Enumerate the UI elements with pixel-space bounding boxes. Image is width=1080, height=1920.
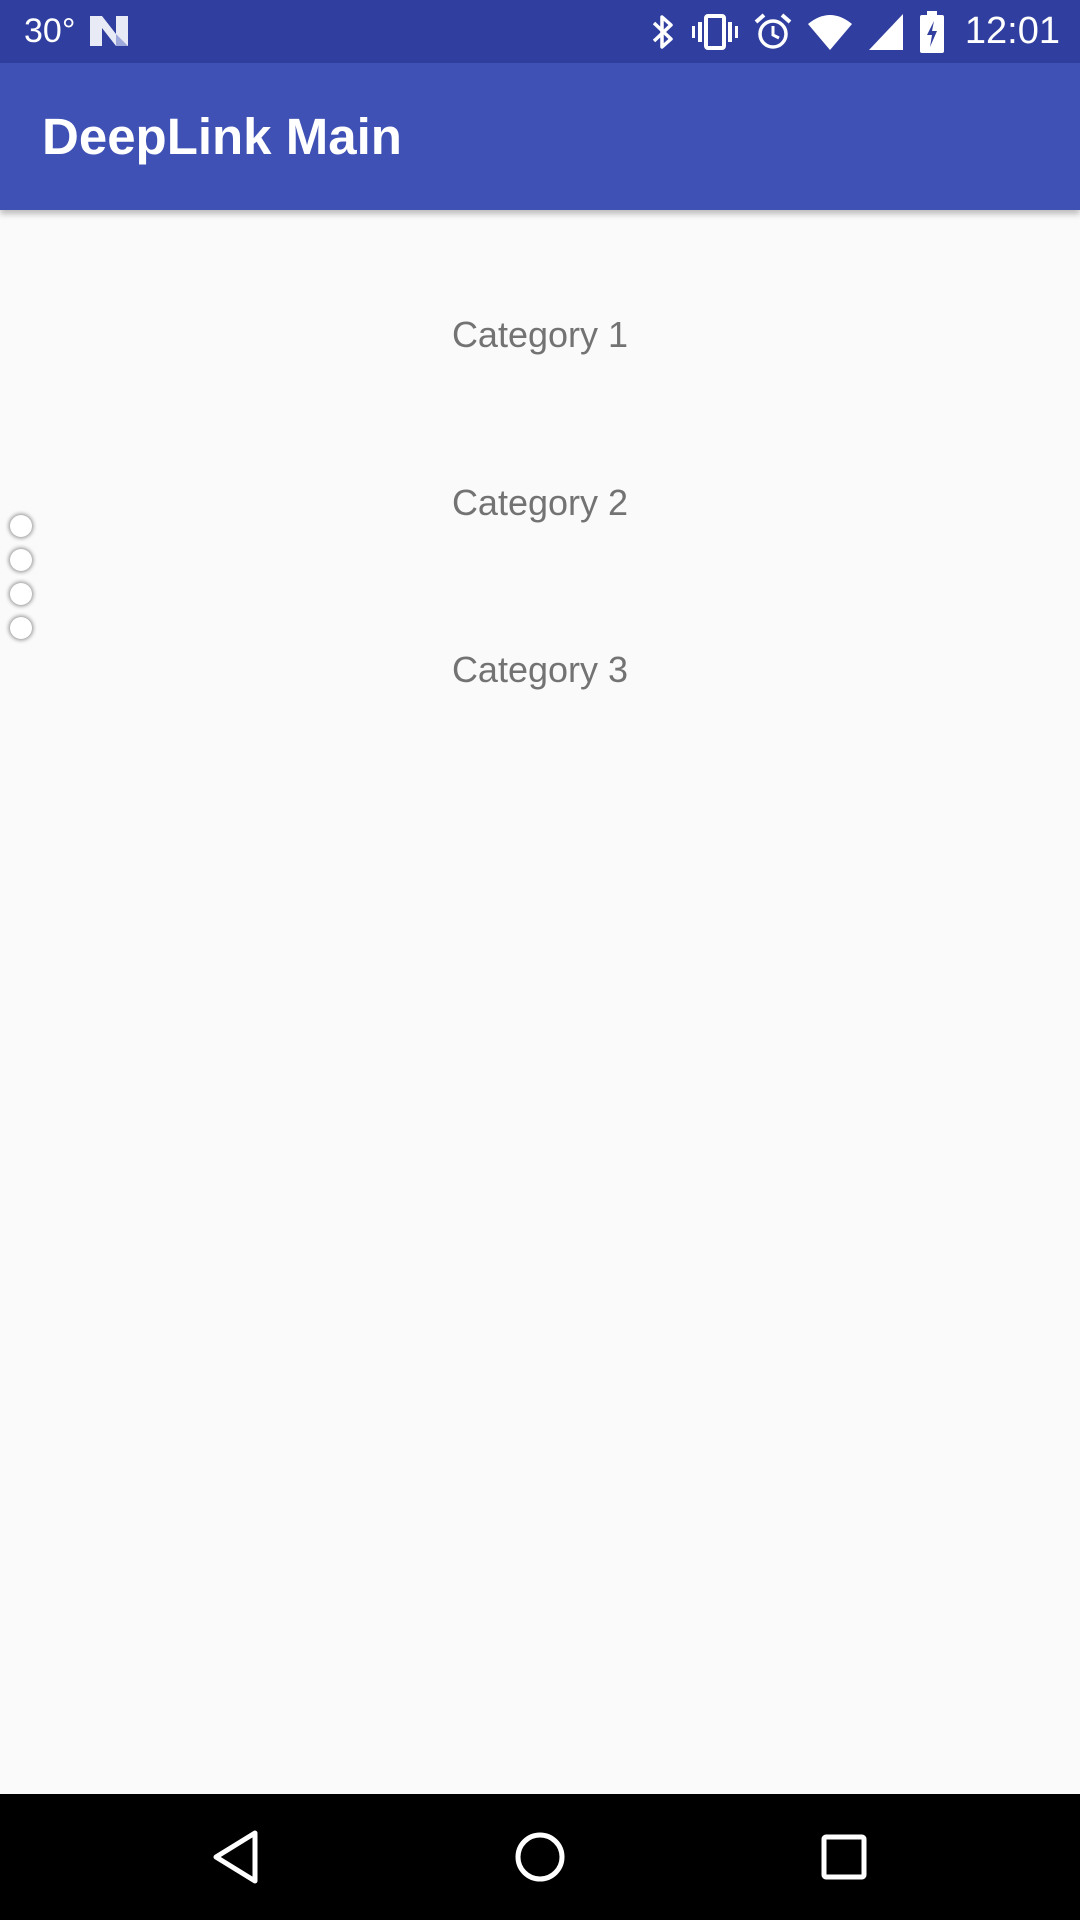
alarm-icon	[754, 12, 792, 49]
vibrate-icon	[691, 13, 738, 50]
home-icon	[515, 1832, 565, 1882]
drag-handle-3[interactable]	[10, 583, 32, 605]
cell-signal-icon	[868, 13, 903, 50]
temperature-text: 30°	[24, 12, 76, 50]
n-notification-icon	[90, 16, 128, 46]
category-item-1[interactable]: Category 1	[0, 295, 1080, 375]
clock-text: 12:01	[964, 10, 1060, 52]
wifi-icon	[807, 14, 852, 50]
bluetooth-icon	[652, 14, 673, 49]
category-item-2[interactable]: Category 2	[0, 463, 1080, 543]
recents-icon	[821, 1834, 867, 1880]
drag-handle-4[interactable]	[10, 617, 32, 639]
status-bar: 30° 12:01	[0, 0, 1080, 63]
home-button[interactable]	[502, 1819, 578, 1895]
battery-icon	[919, 10, 944, 53]
navigation-bar	[0, 1794, 1080, 1920]
category-item-3[interactable]: Category 3	[0, 630, 1080, 710]
main-content: Category 1 Category 2 Category 3	[0, 210, 1080, 1794]
page-title: DeepLink Main	[42, 108, 402, 165]
back-button[interactable]	[198, 1819, 274, 1895]
back-icon	[213, 1830, 258, 1884]
drag-handle-2[interactable]	[10, 549, 32, 571]
recents-button[interactable]	[806, 1819, 882, 1895]
status-icons: 12:01	[649, 0, 1060, 63]
app-bar: DeepLink Main	[0, 63, 1080, 210]
drag-handle-1[interactable]	[10, 515, 32, 537]
